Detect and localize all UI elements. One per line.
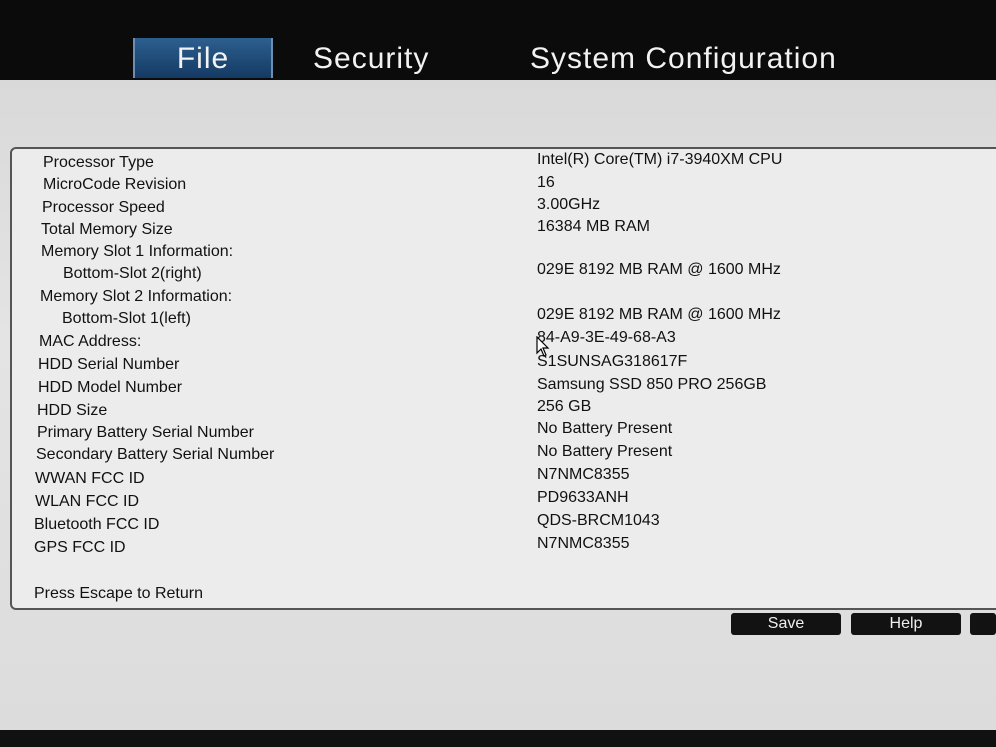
info-row-secondary-battery-serial: Secondary Battery Serial Number No Batte… xyxy=(12,443,996,468)
row-label: GPS FCC ID xyxy=(34,539,126,556)
row-label: Secondary Battery Serial Number xyxy=(36,446,275,463)
row-value: QDS-BRCM1043 xyxy=(537,512,660,529)
row-value: 3.00GHz xyxy=(537,196,601,213)
info-row-bluetooth-fcc-id: Bluetooth FCC ID QDS-BRCM1043 xyxy=(12,512,996,538)
row-label: Processor Speed xyxy=(42,199,165,216)
row-value: N7NMC8355 xyxy=(537,466,630,483)
info-row-microcode-revision: MicroCode Revision 16 xyxy=(12,174,996,198)
row-label: MAC Address: xyxy=(39,333,142,350)
row-value: PD9633ANH xyxy=(537,489,629,506)
info-row-total-memory-size: Total Memory Size 16384 MB RAM xyxy=(12,218,996,243)
row-label: Memory Slot 2 Information: xyxy=(40,288,233,305)
info-row-primary-battery-serial: Primary Battery Serial Number No Battery… xyxy=(12,420,996,446)
save-button[interactable]: Save xyxy=(731,613,841,635)
row-label: Processor Type xyxy=(43,154,154,171)
row-label: Total Memory Size xyxy=(41,221,173,238)
row-label: Bottom-Slot 1(left) xyxy=(62,310,191,327)
row-label: MicroCode Revision xyxy=(43,176,187,193)
system-information-panel: Processor Type Intel(R) Core(TM) i7-3940… xyxy=(10,147,996,610)
help-button[interactable]: Help xyxy=(851,613,961,635)
tab-file[interactable]: File xyxy=(133,38,273,78)
row-label: WWAN FCC ID xyxy=(35,470,145,487)
screen-bezel xyxy=(0,730,996,747)
row-value: Intel(R) Core(TM) i7-3940XM CPU xyxy=(537,151,783,168)
row-value: 16384 MB RAM xyxy=(537,218,650,235)
row-value: S1SUNSAG318617F xyxy=(537,353,688,370)
row-label: WLAN FCC ID xyxy=(35,493,139,510)
row-label: Bottom-Slot 2(right) xyxy=(63,265,202,282)
info-row-bottom-slot-2: Bottom-Slot 2(right) 029E 8192 MB RAM @ … xyxy=(12,261,996,287)
info-row-wwan-fcc-id: WWAN FCC ID N7NMC8355 xyxy=(12,466,996,492)
partial-button[interactable] xyxy=(970,613,996,635)
info-row-memory-slot-1: Memory Slot 1 Information: xyxy=(12,243,996,265)
row-label: HDD Serial Number xyxy=(38,356,180,373)
row-value: N7NMC8355 xyxy=(537,535,630,552)
info-row-mac-address: MAC Address: 84-A9-3E-49-68-A3 xyxy=(12,329,996,355)
row-value: No Battery Present xyxy=(537,420,673,437)
row-value: Samsung SSD 850 PRO 256GB xyxy=(537,376,767,393)
mouse-cursor-icon xyxy=(536,336,550,357)
row-value: 256 GB xyxy=(537,398,592,415)
info-row-hdd-serial-number: HDD Serial Number S1SUNSAG318617F xyxy=(12,353,996,378)
menu-bar: File Security System Configuration xyxy=(0,0,996,80)
tab-security[interactable]: Security xyxy=(313,38,429,78)
info-row-processor-speed: Processor Speed 3.00GHz xyxy=(12,196,996,221)
row-label: Bluetooth FCC ID xyxy=(34,516,160,533)
row-label: HDD Size xyxy=(37,402,108,419)
info-row-hdd-size: HDD Size 256 GB xyxy=(12,398,996,424)
info-row-processor-type: Processor Type Intel(R) Core(TM) i7-3940… xyxy=(12,151,996,176)
info-row-bottom-slot-1: Bottom-Slot 1(left) 029E 8192 MB RAM @ 1… xyxy=(12,306,996,332)
row-label: HDD Model Number xyxy=(38,379,183,396)
row-value: No Battery Present xyxy=(537,443,673,460)
row-label: Primary Battery Serial Number xyxy=(37,424,254,441)
info-row-memory-slot-2: Memory Slot 2 Information: xyxy=(12,288,996,310)
row-value: 029E 8192 MB RAM @ 1600 MHz xyxy=(537,306,781,323)
tab-system-configuration[interactable]: System Configuration xyxy=(530,38,837,78)
escape-hint: Press Escape to Return xyxy=(34,585,203,602)
row-value: 16 xyxy=(537,174,555,191)
row-value: 84-A9-3E-49-68-A3 xyxy=(537,329,676,346)
row-value: 029E 8192 MB RAM @ 1600 MHz xyxy=(537,261,781,278)
info-row-gps-fcc-id: GPS FCC ID N7NMC8355 xyxy=(12,535,996,561)
info-row-wlan-fcc-id: WLAN FCC ID PD9633ANH xyxy=(12,489,996,515)
row-label: Memory Slot 1 Information: xyxy=(41,243,234,260)
info-row-hdd-model-number: HDD Model Number Samsung SSD 850 PRO 256… xyxy=(12,376,996,401)
